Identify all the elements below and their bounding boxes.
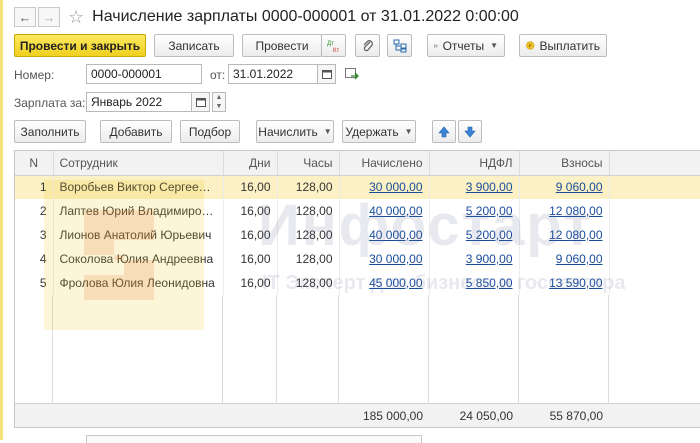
select-button[interactable]: Подбор: [180, 120, 240, 143]
period-calendar-button[interactable]: [192, 92, 210, 112]
cell-employee[interactable]: Фролова Юлия Леонидовна: [53, 271, 224, 295]
cell-n: 4: [15, 247, 54, 271]
deduct-label: Удержать: [345, 124, 399, 139]
cell-n: 3: [15, 223, 54, 247]
cell-n: 1: [15, 175, 54, 199]
forward-button[interactable]: →: [38, 7, 60, 27]
calendar-icon: [195, 98, 206, 107]
col-header-contributions[interactable]: Взносы: [519, 151, 610, 176]
cell-n: 2: [15, 199, 54, 223]
coin-icon: ₽: [526, 41, 535, 50]
watermark-tagline: IT Эксперт для бизнеса и госсектора: [262, 272, 626, 294]
structure-button[interactable]: [387, 34, 412, 57]
table-totals-row: 185 000,00 24 050,00 55 870,00: [15, 403, 700, 427]
bottom-input-edge[interactable]: [86, 435, 422, 443]
svg-text:Кт: Кт: [333, 48, 339, 53]
period-spinner[interactable]: ▲ ▼: [212, 92, 226, 112]
chevron-down-icon: ▼: [404, 127, 413, 136]
col-header-days[interactable]: Дни: [223, 151, 278, 176]
page-title: Начисление зарплаты 0000-000001 от 31.01…: [92, 8, 519, 25]
reports-label: Отчеты: [442, 38, 485, 53]
dt-kt-icon: Дт Кт: [327, 41, 339, 53]
salary-period-field[interactable]: Январь 2022: [86, 92, 192, 112]
fill-button[interactable]: Заполнить: [14, 120, 86, 143]
col-header-n[interactable]: N: [15, 151, 54, 176]
cell-employee[interactable]: Воробьев Виктор Сергеевич: [53, 175, 224, 199]
attach-button[interactable]: [355, 34, 380, 57]
col-header-hours[interactable]: Часы: [277, 151, 340, 176]
back-button[interactable]: ←: [14, 7, 36, 27]
reports-dropdown[interactable]: Отчеты ▼: [427, 34, 505, 57]
arrow-right-icon: →: [42, 9, 56, 25]
post-and-close-button[interactable]: Провести и закрыть: [14, 34, 146, 57]
accrue-dropdown[interactable]: Начислить ▼: [256, 120, 334, 143]
pay-label: Выплатить: [539, 38, 601, 53]
calendar-icon: [321, 70, 332, 79]
total-accrued: 185 000,00: [362, 409, 423, 423]
date-label: от:: [210, 68, 226, 82]
title-bar: ← → ☆ Начисление зарплаты 0000-000001 от…: [14, 6, 519, 28]
favorite-star-icon[interactable]: ☆: [68, 8, 84, 26]
cell-employee[interactable]: Лаптев Юрий Владимиров...: [53, 199, 224, 223]
total-contributions: 55 870,00: [549, 409, 603, 423]
spin-down-icon: ▼: [215, 103, 223, 110]
salary-period-label: Зарплата за:: [14, 96, 86, 110]
total-ndfl: 24 050,00: [459, 409, 513, 423]
pay-button[interactable]: ₽ Выплатить: [519, 34, 607, 57]
cell-n: 5: [15, 271, 54, 295]
write-button[interactable]: Записать: [154, 34, 234, 57]
col-header-filler: [609, 151, 700, 176]
col-header-accrued[interactable]: Начислено: [339, 151, 430, 176]
col-header-employee[interactable]: Сотрудник: [53, 151, 224, 176]
col-header-ndfl[interactable]: НДФЛ: [429, 151, 520, 176]
move-up-button[interactable]: [432, 120, 456, 143]
post-button[interactable]: Провести: [242, 34, 322, 57]
dt-kt-button[interactable]: Дт Кт: [321, 34, 346, 57]
number-field[interactable]: 0000-000001: [86, 64, 202, 84]
watermark-brand: Инфостарт: [258, 193, 594, 258]
arrow-left-icon: ←: [18, 9, 32, 25]
history-icon[interactable]: [345, 68, 359, 83]
chevron-down-icon: ▼: [490, 41, 498, 50]
cell-employee[interactable]: Соколова Юлия Андреевна: [53, 247, 224, 271]
table-header-row: N Сотрудник Дни Часы Начислено НДФЛ Взно…: [15, 151, 700, 176]
number-label: Номер:: [14, 68, 55, 82]
printer-icon: [434, 43, 438, 48]
move-down-button[interactable]: [458, 120, 482, 143]
accrue-label: Начислить: [258, 124, 318, 139]
deduct-dropdown[interactable]: Удержать ▼: [342, 120, 416, 143]
spin-up-icon: ▲: [215, 94, 223, 101]
arrow-up-icon: [438, 126, 450, 137]
svg-text:Дт: Дт: [327, 41, 334, 47]
date-field[interactable]: 31.01.2022: [228, 64, 318, 84]
left-accent-strip: [0, 0, 3, 440]
chevron-down-icon: ▼: [323, 127, 332, 136]
arrow-down-icon: [464, 126, 476, 137]
date-calendar-button[interactable]: [318, 64, 336, 84]
add-row-button[interactable]: Добавить: [100, 120, 172, 143]
paperclip-icon: [363, 39, 373, 51]
cell-employee[interactable]: Лионов Анатолий Юрьевич: [53, 223, 224, 247]
structure-icon: [393, 39, 406, 52]
